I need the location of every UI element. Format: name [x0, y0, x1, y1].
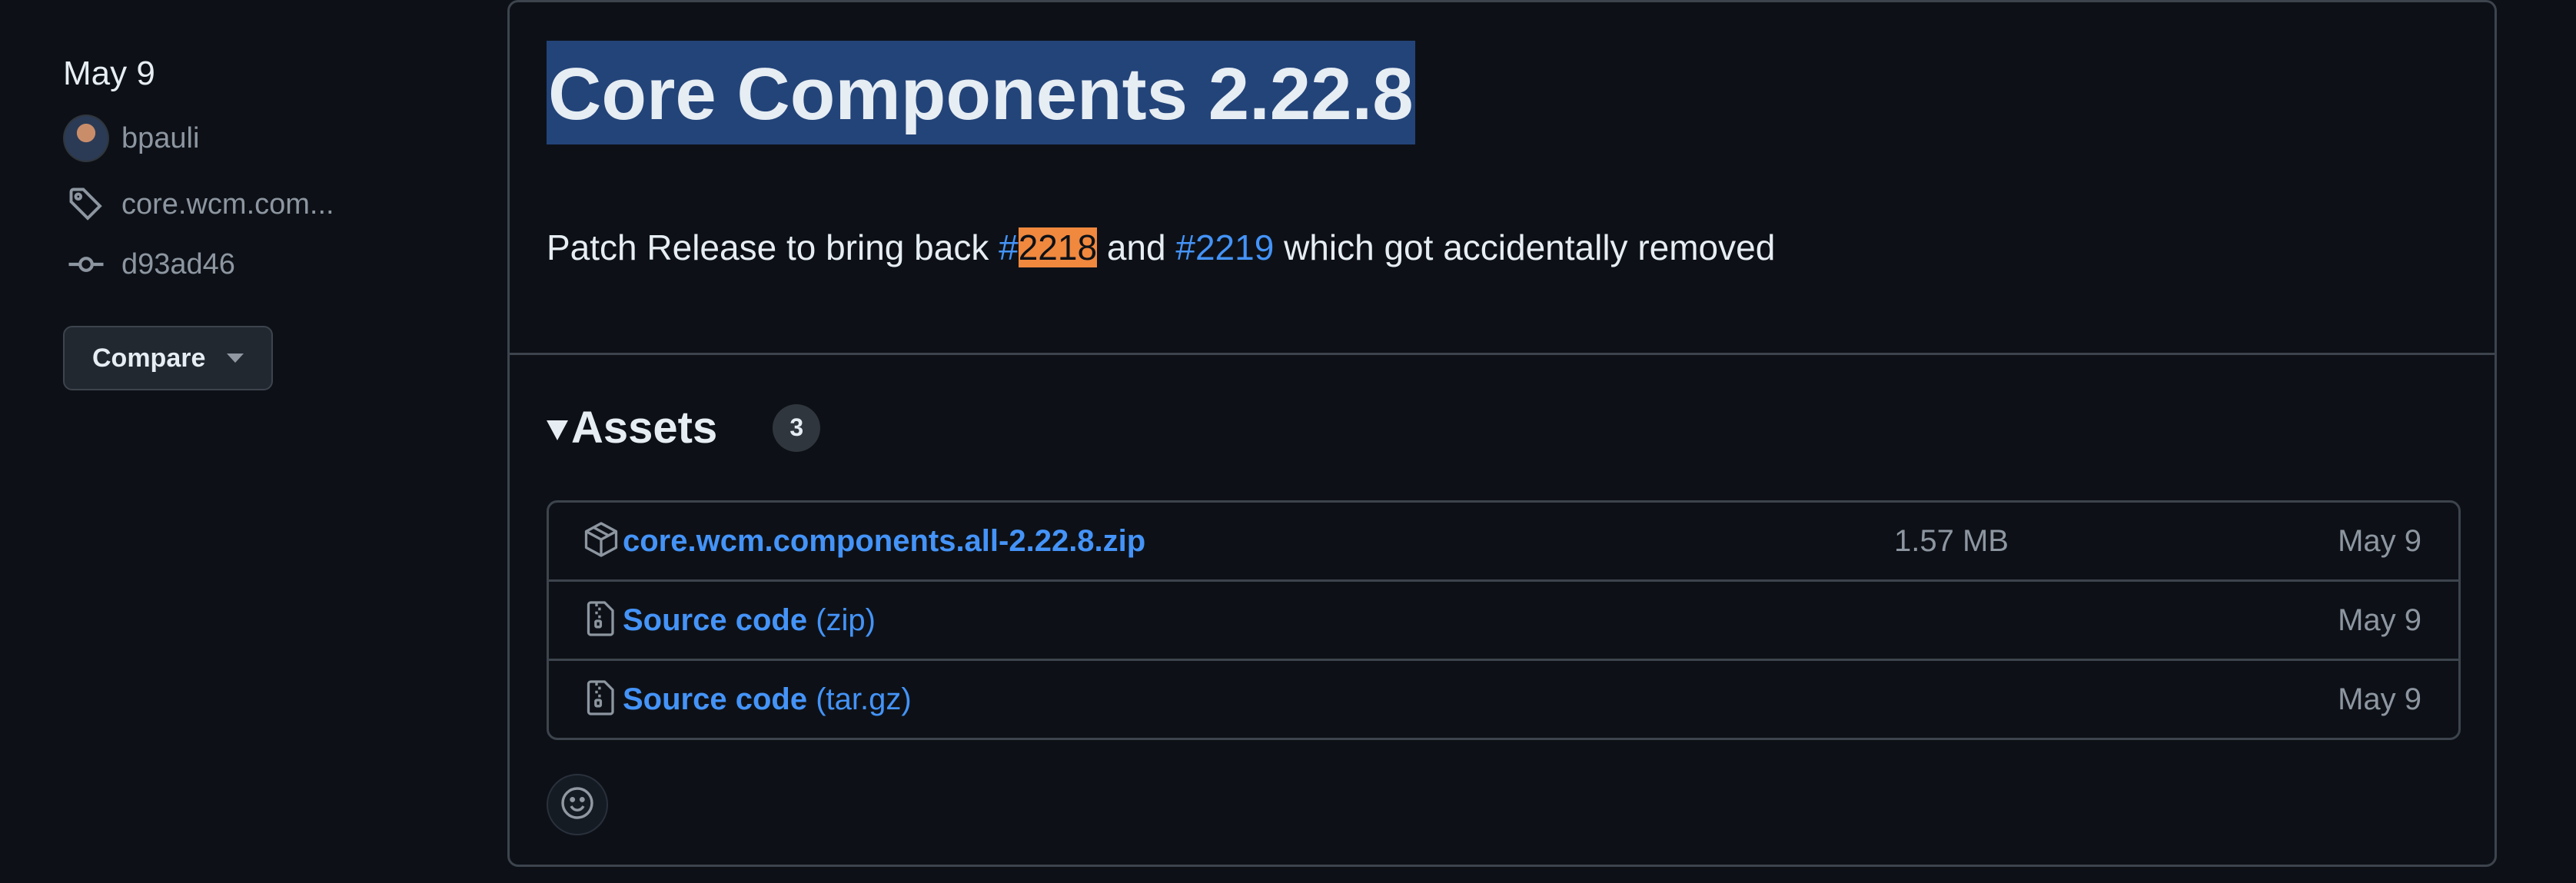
asset-date: May 9	[2338, 682, 2421, 716]
chevron-down-icon	[227, 354, 244, 363]
author-link[interactable]: bpauli	[63, 115, 463, 162]
assets-count-badge: 3	[773, 403, 821, 452]
assets-title: Assets	[571, 403, 718, 453]
tag-icon	[63, 181, 109, 227]
tag-name[interactable]: core.wcm.com...	[121, 188, 334, 221]
compare-button-label: Compare	[92, 343, 206, 373]
release-sidebar: May 9 bpauli core.wcm.com... d93ad46 Com…	[63, 57, 463, 390]
asset-link[interactable]: Source code (tar.gz)	[623, 682, 912, 717]
asset-row: Source code (tar.gz) May 9	[549, 659, 2458, 738]
tag-link[interactable]: core.wcm.com...	[63, 181, 463, 227]
asset-date: May 9	[2338, 523, 2421, 558]
add-reaction-button[interactable]	[547, 774, 608, 835]
asset-link[interactable]: Source code (zip)	[623, 603, 876, 638]
issue-link-2219[interactable]: #2219	[1175, 227, 1274, 267]
compare-button[interactable]: Compare	[63, 326, 274, 390]
release-title[interactable]: Core Components 2.22.8	[547, 41, 1415, 144]
search-highlight: 2218	[1018, 227, 1098, 267]
assets-list: core.wcm.components.all-2.22.8.zip 1.57 …	[547, 500, 2461, 740]
release-description: Patch Release to bring back #2218 and #2…	[547, 227, 1776, 267]
asset-row: Source code (zip) May 9	[549, 579, 2458, 659]
release-card: Core Components 2.22.8 Patch Release to …	[507, 0, 2497, 867]
smiley-icon	[560, 785, 595, 825]
file-zip-icon	[583, 599, 620, 639]
package-icon	[583, 520, 620, 559]
asset-row: core.wcm.components.all-2.22.8.zip 1.57 …	[549, 503, 2458, 579]
asset-link[interactable]: core.wcm.components.all-2.22.8.zip	[623, 524, 1145, 559]
release-date: May 9	[63, 55, 155, 92]
file-zip-icon	[583, 678, 620, 718]
asset-date: May 9	[2338, 602, 2421, 637]
asset-size: 1.57 MB	[1894, 523, 2009, 558]
commit-sha[interactable]: d93ad46	[121, 248, 235, 281]
git-commit-icon	[63, 241, 109, 287]
assets-toggle[interactable]: Assets 3	[547, 402, 821, 453]
issue-link-2218[interactable]: #2218	[999, 227, 1098, 267]
divider	[510, 353, 2495, 355]
commit-link[interactable]: d93ad46	[63, 241, 463, 287]
triangle-down-icon	[547, 420, 568, 440]
avatar[interactable]	[63, 115, 109, 162]
author-name[interactable]: bpauli	[121, 122, 199, 155]
